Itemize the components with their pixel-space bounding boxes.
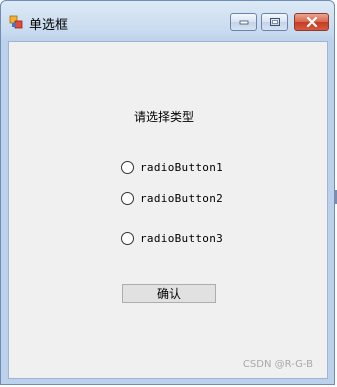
- radio-circle-icon[interactable]: [121, 231, 134, 245]
- main-window: 单选框 请选择类型 radioButton1 radioButton2 radi…: [0, 0, 335, 385]
- maximize-button[interactable]: [261, 13, 288, 31]
- minimize-button[interactable]: [230, 13, 257, 31]
- title-bar[interactable]: 单选框: [1, 1, 334, 41]
- app-form-icon: [9, 15, 23, 29]
- confirm-button[interactable]: 确认: [122, 284, 216, 303]
- radio-circle-icon[interactable]: [121, 160, 134, 174]
- prompt-label: 请选择类型: [134, 110, 195, 124]
- minimize-icon: [239, 20, 248, 25]
- radio-label-2[interactable]: radioButton2: [140, 192, 223, 205]
- radio-button-1[interactable]: radioButton1: [121, 159, 223, 175]
- watermark-text: CSDN @R-G-B: [242, 359, 313, 370]
- window-title: 单选框: [29, 18, 69, 33]
- radio-button-3[interactable]: radioButton3: [121, 230, 223, 246]
- form-client-area: 请选择类型 radioButton1 radioButton2 radioBut…: [8, 41, 328, 379]
- radio-button-2[interactable]: radioButton2: [121, 190, 223, 206]
- radio-label-3[interactable]: radioButton3: [140, 232, 223, 245]
- maximize-icon: [269, 18, 280, 26]
- radio-circle-icon[interactable]: [121, 191, 134, 205]
- radio-label-1[interactable]: radioButton1: [140, 161, 223, 174]
- close-button[interactable]: [294, 13, 329, 31]
- close-icon: [306, 17, 317, 27]
